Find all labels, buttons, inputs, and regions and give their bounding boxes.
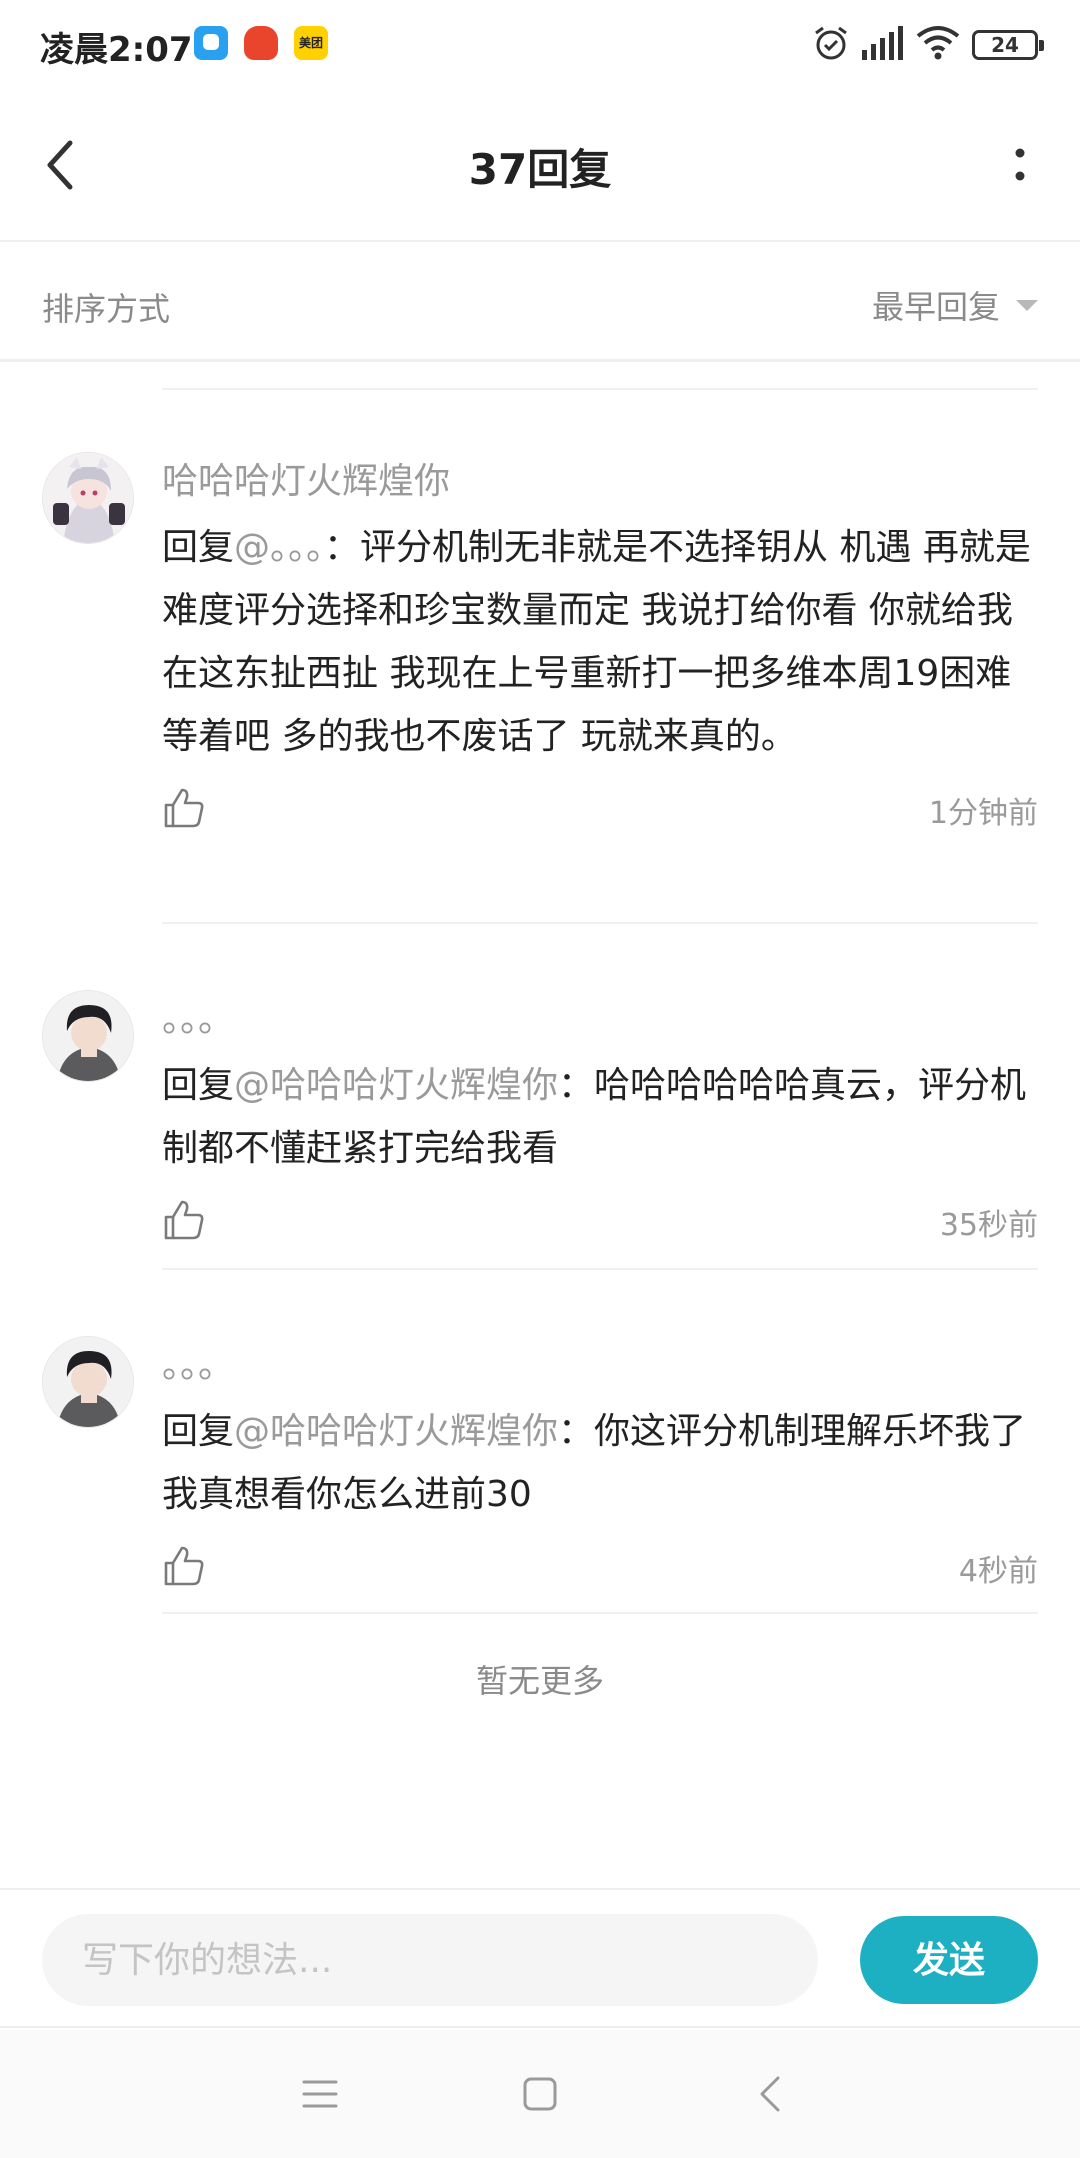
game-app-icon	[244, 26, 278, 60]
avatar-image	[43, 991, 133, 1081]
reply-prefix: 回复	[162, 527, 235, 568]
wifi-icon	[916, 26, 960, 60]
thumbs-up-icon[interactable]	[162, 1544, 206, 1588]
status-time: 凌晨2:07	[40, 30, 193, 70]
more-button[interactable]	[990, 130, 1050, 200]
divider	[162, 1268, 1038, 1270]
thumbs-up-icon[interactable]	[162, 786, 206, 830]
divider	[162, 388, 1038, 390]
signal-icon	[862, 26, 903, 60]
header: 37回复	[0, 90, 1080, 242]
nav-home-button[interactable]	[508, 2062, 572, 2126]
mention-link[interactable]: @哈哈哈灯火辉煌你	[234, 1065, 558, 1106]
mention-link[interactable]: @哈哈哈灯火辉煌你	[234, 1411, 558, 1452]
sort-label: 排序方式	[42, 290, 171, 328]
send-button[interactable]: 发送	[860, 1916, 1038, 2004]
comment-author[interactable]: 哈哈哈灯火辉煌你	[162, 452, 1038, 512]
home-square-icon	[523, 2077, 557, 2111]
caret-down-icon	[1016, 299, 1038, 311]
thumbs-up-icon[interactable]	[162, 1198, 206, 1242]
mention-link[interactable]: @。。。	[234, 527, 324, 568]
reply-prefix: 回复	[162, 1065, 235, 1106]
message-app-icon	[194, 26, 228, 60]
alarm-icon	[815, 26, 847, 60]
menu-icon	[302, 2080, 338, 2108]
avatar[interactable]	[42, 452, 134, 544]
more-vertical-icon	[1015, 148, 1025, 181]
avatar-image	[43, 453, 133, 543]
sort-selected-value: 最早回复	[871, 288, 1000, 326]
comment-text: 回复@哈哈哈灯火辉煌你：哈哈哈哈哈哈真云，评分机制都不懂赶紧打完给我看	[162, 1054, 1038, 1180]
comment-text: 回复@哈哈哈灯火辉煌你：你这评分机制理解乐坏我了我真想看你怎么进前30	[162, 1400, 1038, 1526]
system-nav-bar	[0, 2030, 1080, 2158]
comment-time: 4秒前	[958, 1554, 1038, 1589]
comment-author[interactable]: 。。。	[162, 990, 1038, 1050]
comment-author[interactable]: 。。。	[162, 1336, 1038, 1396]
battery-level: 24	[991, 33, 1019, 57]
sort-dropdown[interactable]: 最早回复	[872, 282, 1038, 328]
nav-back-button[interactable]	[738, 2062, 802, 2126]
reply-input-bar: 发送	[0, 1888, 1080, 2028]
meituan-app-icon: 美团	[294, 26, 328, 60]
avatar[interactable]	[42, 990, 134, 1082]
divider	[162, 922, 1038, 924]
avatar-image	[43, 1337, 133, 1427]
status-bar: 凌晨2:07 美团 24	[0, 0, 1080, 90]
back-triangle-icon	[760, 2076, 780, 2112]
reply-input[interactable]	[42, 1914, 818, 2006]
battery-indicator: 24	[972, 30, 1044, 60]
divider	[162, 1612, 1038, 1614]
sort-bar: 排序方式 最早回复	[0, 242, 1080, 362]
no-more-text: 暂无更多	[475, 1662, 604, 1700]
comment-time: 35秒前	[939, 1208, 1038, 1243]
avatar[interactable]	[42, 1336, 134, 1428]
comment-time: 1分钟前	[928, 796, 1038, 831]
nav-menu-button[interactable]	[288, 2062, 352, 2126]
comment-text: 回复@。。。：评分机制无非就是不选择钥从 机遇 再就是难度评分选择和珍宝数量而定…	[162, 516, 1038, 768]
page-title: 37回复	[468, 145, 612, 194]
reply-prefix: 回复	[162, 1411, 235, 1452]
